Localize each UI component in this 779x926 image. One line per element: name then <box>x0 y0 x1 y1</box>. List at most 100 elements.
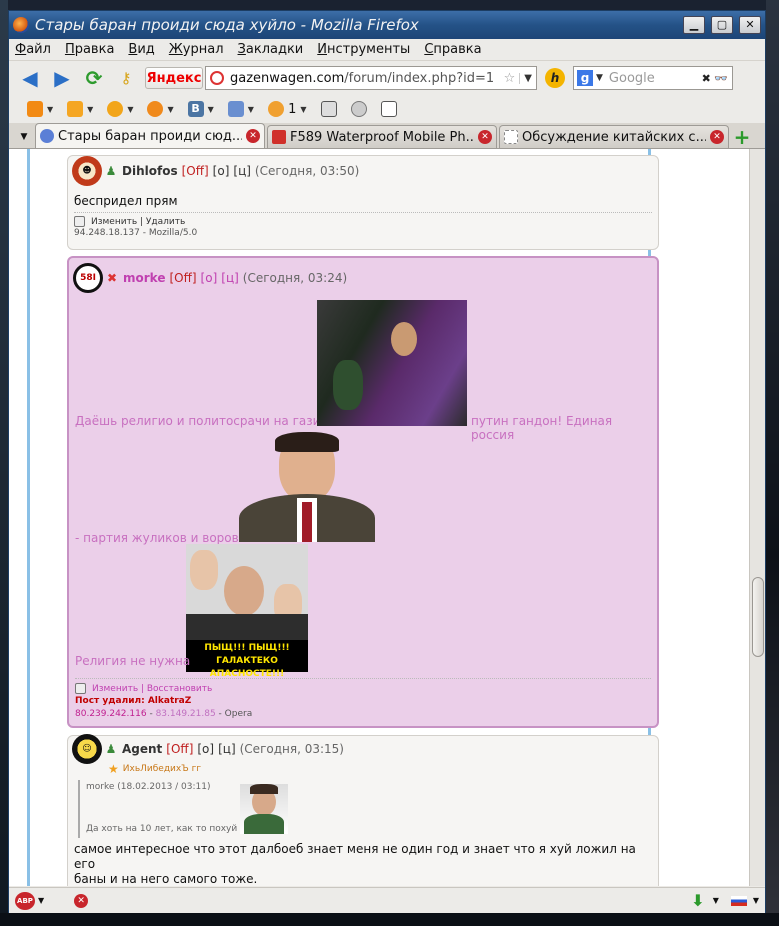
user-online-icon: ♟ <box>105 164 117 178</box>
select-checkbox[interactable] <box>75 683 86 694</box>
vw-favicon-icon <box>40 129 54 143</box>
scrollbar-thumb[interactable] <box>752 577 764 657</box>
noscript-icon[interactable]: ✕ <box>74 893 89 908</box>
h-extension-button[interactable]: h <box>545 68 565 88</box>
url-dropdown-icon[interactable]: ▼ <box>519 72 536 84</box>
menu-bookmarks[interactable]: Закладки <box>238 42 304 57</box>
status-off: [Off] <box>166 742 194 756</box>
key-icon[interactable]: ⚷ <box>113 65 139 91</box>
profile-link[interactable]: [о] <box>197 742 214 756</box>
select-checkbox[interactable] <box>74 216 85 227</box>
deleted-by: Пост удалил: AlkatraZ <box>75 696 192 706</box>
username[interactable]: morke <box>123 271 165 285</box>
profile-link[interactable]: [о] <box>201 271 218 285</box>
google-engine-icon[interactable]: g <box>577 70 593 86</box>
tie-shape <box>302 502 312 542</box>
meme-image-shouting-man[interactable] <box>317 300 467 426</box>
email-button[interactable]: ▼ <box>227 101 254 117</box>
quote-image-kid[interactable] <box>240 784 288 834</box>
minimize-button[interactable]: ▁ <box>683 16 705 34</box>
status-bar: ABP ▼ ✕ ⬇ ▼ ▼ <box>9 887 765 913</box>
divider <box>75 678 651 679</box>
post-date: (Сегодня, 03:24) <box>242 271 348 285</box>
status-off: [Off] <box>169 271 197 285</box>
username[interactable]: Agent <box>122 742 162 756</box>
post-header: ☻ ♟ Dihlofos [Off] [о] [ц] (Сегодня, 03:… <box>68 156 658 186</box>
post-text: беспридел прям <box>74 194 178 208</box>
envelope-icon <box>227 101 244 117</box>
edit-restore-links[interactable]: Изменить | Восстановить <box>92 684 212 694</box>
avatar[interactable]: 58I <box>73 263 103 293</box>
forward-arrow-icon[interactable]: ▶ <box>49 65 75 91</box>
tab-discussion[interactable]: Обсуждение китайских с... ✕ <box>499 125 729 148</box>
menu-view[interactable]: Вид <box>128 42 154 57</box>
flag-icon[interactable] <box>730 895 747 906</box>
menu-help[interactable]: Справка <box>424 42 481 57</box>
tab-forum[interactable]: Стары баран проиди сюд... ✕ <box>35 123 265 148</box>
tab-product[interactable]: F589 Waterproof Mobile Ph... ✕ <box>267 125 497 148</box>
quote-link[interactable]: [ц] <box>218 742 236 756</box>
adblock-icon[interactable]: ABP <box>15 891 35 910</box>
meme-image-bean[interactable] <box>239 432 375 542</box>
avatar[interactable]: ☻ <box>72 156 102 186</box>
url-domain: gazenwagen.com <box>230 70 345 86</box>
chevron-down-icon: ▼ <box>127 104 134 114</box>
vk-icon: B <box>187 101 204 117</box>
quote-link[interactable]: [ц] <box>221 271 239 285</box>
title-bar[interactable]: Стары баран проиди сюда хуйло - Mozilla … <box>9 11 765 39</box>
avatar[interactable]: ☺ <box>72 734 102 764</box>
bookmark-star-icon[interactable]: ☆ <box>504 71 516 86</box>
menu-file[interactable]: Файл <box>15 42 51 57</box>
back-arrow-icon[interactable]: ◀ <box>17 65 43 91</box>
tab-close-icon[interactable]: ✕ <box>478 130 492 144</box>
agent-icon <box>147 101 164 117</box>
chevron-down-icon[interactable]: ▼ <box>713 896 719 905</box>
yandex-button[interactable]: Яндекс <box>145 67 203 89</box>
chevron-down-icon[interactable]: ▼ <box>753 896 759 905</box>
vertical-scrollbar[interactable] <box>749 149 765 886</box>
cart-favicon-icon <box>272 130 286 144</box>
face-shape <box>224 566 264 616</box>
vkontakte-button[interactable]: B ▼ <box>187 101 214 117</box>
friends-count: 1 <box>288 101 297 117</box>
tab-bar: ▼ Стары баран проиди сюд... ✕ F589 Water… <box>9 123 765 149</box>
divider <box>74 212 652 213</box>
meme-caption: ПЫЩ!!! ПЫЩ!!! ГАЛАКТЕКО АПАСНОСТЕ!!! <box>186 640 308 679</box>
menu-history[interactable]: Журнал <box>169 42 224 57</box>
menu-tools[interactable]: Инструменты <box>317 42 410 57</box>
new-tab-button[interactable]: + <box>731 126 753 148</box>
post-dihlofos: ☻ ♟ Dihlofos [Off] [о] [ц] (Сегодня, 03:… <box>67 155 659 250</box>
chevron-down-icon: ▼ <box>247 104 254 114</box>
meme-image-galaxy-danger[interactable]: ПЫЩ!!! ПЫЩ!!! ГАЛАКТЕКО АПАСНОСТЕ!!! <box>186 544 308 679</box>
tab-close-icon[interactable]: ✕ <box>246 129 260 143</box>
friends-button[interactable]: 1 ▼ <box>267 101 307 117</box>
alerts-button[interactable]: ▼ <box>107 101 133 117</box>
quote-link[interactable]: [ц] <box>233 164 251 178</box>
profile-link[interactable]: [о] <box>213 164 230 178</box>
post-text-line-2: баны и на него самого тоже. <box>74 872 258 886</box>
tab-close-icon[interactable]: ✕ <box>710 130 724 144</box>
search-clear-icon[interactable]: ✖ 👓 <box>702 72 728 85</box>
site-identity-icon[interactable] <box>210 71 224 85</box>
window-button[interactable] <box>320 101 337 117</box>
chat-button[interactable] <box>350 101 367 117</box>
reload-icon[interactable]: ⟳ <box>81 65 107 91</box>
mail-agent-button[interactable]: ▼ <box>147 101 174 117</box>
username[interactable]: Dihlofos <box>122 164 178 178</box>
odnoklassniki-button[interactable]: ▼ <box>27 101 53 117</box>
search-input[interactable]: g ▼ Google ✖ 👓 <box>573 66 733 90</box>
post-morke: 58I ✖ morke [Off] [о] [ц] (Сегодня, 03:2… <box>67 256 659 728</box>
edit-delete-links[interactable]: Изменить | Удалить <box>91 217 185 227</box>
menu-edit[interactable]: Правка <box>65 42 114 57</box>
tab-list-icon[interactable]: ▼ <box>13 126 35 148</box>
url-bar[interactable]: gazenwagen.com /forum/index.php?id=1 ☆ ▼ <box>205 66 537 90</box>
quote-text: Да хоть на 10 лет, как то похуй <box>86 824 238 834</box>
chevron-down-icon[interactable]: ▼ <box>38 896 44 905</box>
maximize-button[interactable]: ▢ <box>711 16 733 34</box>
page-viewport: ☻ ♟ Dihlofos [Off] [о] [ц] (Сегодня, 03:… <box>9 149 765 886</box>
download-arrow-icon[interactable]: ⬇ <box>691 891 704 910</box>
mail-button[interactable]: ▼ <box>67 101 93 117</box>
close-button[interactable]: ✕ <box>739 16 761 34</box>
engine-dropdown-icon[interactable]: ▼ <box>596 73 603 83</box>
message-button[interactable] <box>380 101 397 117</box>
